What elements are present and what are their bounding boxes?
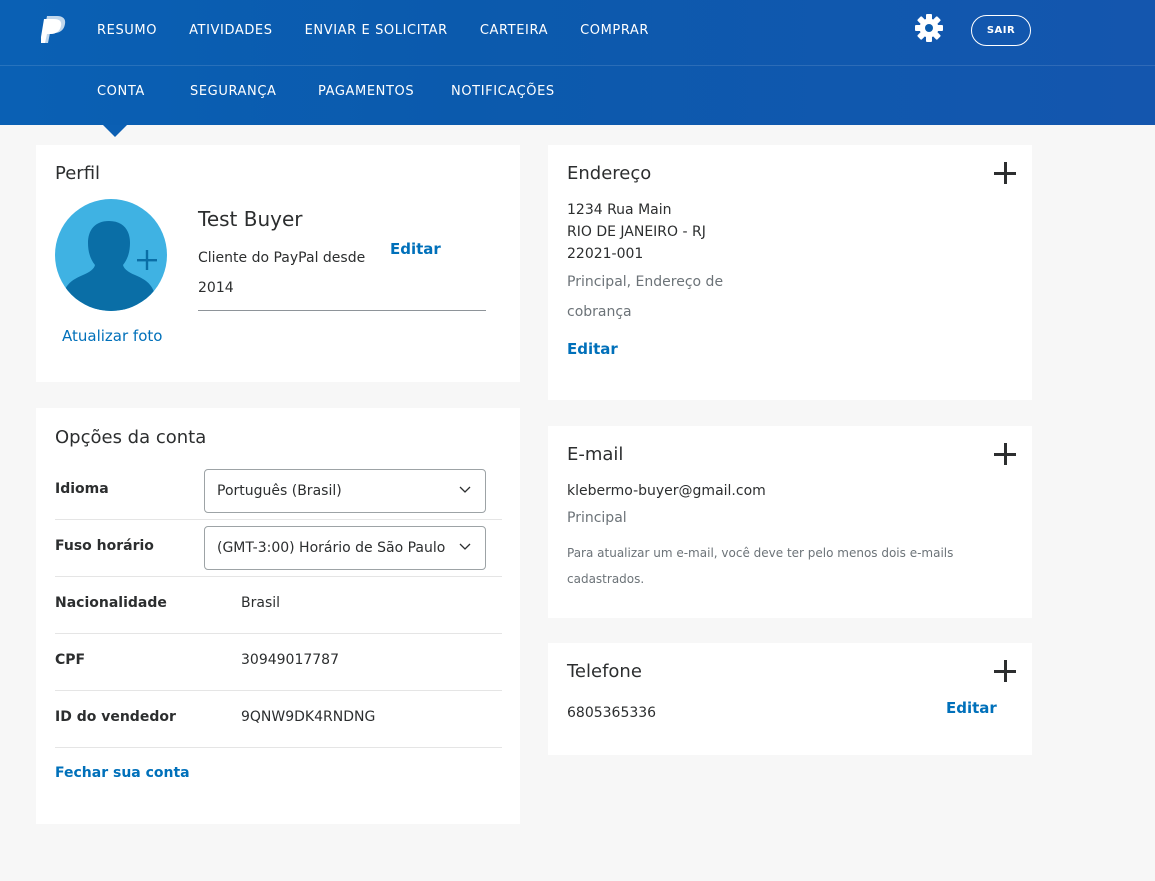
edit-address-link[interactable]: Editar	[567, 340, 618, 358]
paypal-logo-icon[interactable]	[41, 15, 67, 45]
email-tag: Principal	[567, 510, 627, 526]
nationality-value: Brasil	[241, 595, 281, 611]
edit-profile-link[interactable]: Editar	[390, 240, 441, 258]
address-tag-line2: cobrança	[567, 304, 632, 320]
language-row: Idioma Português (Brasil)	[55, 463, 502, 520]
address-card: Endereço 1234 Rua Main RIO DE JANEIRO - …	[548, 145, 1032, 400]
address-line3: 22021-001	[567, 246, 644, 262]
phone-title: Telefone	[567, 661, 642, 682]
cpf-row: CPF 30949017787	[55, 634, 502, 691]
top-nav: RESUMO ATIVIDADES ENVIAR E SOLICITAR CAR…	[97, 22, 681, 40]
language-value: Português (Brasil)	[217, 483, 342, 499]
timezone-label: Fuso horário	[55, 538, 154, 554]
member-since-line1: Cliente do PayPal desde	[198, 250, 366, 266]
subnav-account[interactable]: CONTA	[97, 83, 145, 101]
nav-activity[interactable]: ATIVIDADES	[189, 22, 273, 40]
language-label: Idioma	[55, 481, 109, 497]
email-note: Para atualizar um e-mail, você deve ter …	[567, 540, 953, 592]
email-value: klebermo-buyer@gmail.com	[567, 483, 766, 499]
member-since: Cliente do PayPal desde 2014	[198, 243, 365, 303]
account-options-title: Opções da conta	[55, 427, 207, 448]
active-tab-indicator	[103, 125, 127, 137]
add-phone-icon[interactable]	[994, 660, 1016, 682]
nav-send-request[interactable]: ENVIAR E SOLICITAR	[305, 22, 448, 40]
address-title: Endereço	[567, 163, 652, 184]
timezone-value: (GMT-3:00) Horário de São Paulo	[217, 540, 446, 556]
account-options-card: Opções da conta Idioma Português (Brasil…	[36, 408, 520, 824]
email-note-line2: cadastrados.	[567, 572, 645, 586]
email-title: E-mail	[567, 444, 624, 465]
merchant-id-value: 9QNW9DK4RNDNG	[241, 709, 376, 725]
address-tag: Principal, Endereço de cobrança	[567, 267, 723, 327]
update-photo-link[interactable]: Atualizar foto	[62, 327, 162, 345]
email-note-line1: Para atualizar um e-mail, você deve ter …	[567, 546, 954, 560]
header-divider	[0, 65, 1155, 66]
nav-summary[interactable]: RESUMO	[97, 22, 157, 40]
nav-wallet[interactable]: CARTEIRA	[480, 22, 548, 40]
top-header: RESUMO ATIVIDADES ENVIAR E SOLICITAR CAR…	[0, 0, 1155, 125]
subnav-notifications[interactable]: NOTIFICAÇÕES	[451, 83, 555, 101]
timezone-row: Fuso horário (GMT-3:00) Horário de São P…	[55, 520, 502, 577]
subnav-payments[interactable]: PAGAMENTOS	[318, 83, 414, 101]
address-line1: 1234 Rua Main	[567, 202, 672, 218]
nationality-label: Nacionalidade	[55, 595, 167, 611]
address-line2: RIO DE JANEIRO - RJ	[567, 224, 706, 240]
gear-icon[interactable]	[914, 13, 944, 43]
subnav-security[interactable]: SEGURANÇA	[190, 83, 277, 101]
profile-title: Perfil	[55, 163, 101, 184]
language-select[interactable]: Português (Brasil)	[204, 469, 486, 513]
cpf-label: CPF	[55, 652, 86, 668]
nav-shop[interactable]: COMPRAR	[580, 22, 649, 40]
profile-divider	[198, 310, 486, 311]
timezone-select[interactable]: (GMT-3:00) Horário de São Paulo	[204, 526, 486, 570]
user-silhouette-icon	[63, 221, 157, 311]
avatar[interactable]	[55, 199, 167, 311]
close-account-link[interactable]: Fechar sua conta	[55, 765, 190, 781]
add-address-icon[interactable]	[994, 162, 1016, 184]
logout-button[interactable]: SAIR	[971, 15, 1031, 46]
phone-value: 6805365336	[567, 705, 657, 721]
profile-name: Test Buyer	[198, 207, 303, 231]
merchant-id-row: ID do vendedor 9QNW9DK4RNDNG	[55, 691, 502, 748]
profile-card: Perfil Atualizar foto Test Buyer Cliente…	[36, 145, 520, 382]
edit-phone-link[interactable]: Editar	[946, 699, 997, 717]
member-since-line2: 2014	[198, 280, 234, 296]
phone-card: Telefone 6805365336 Editar	[548, 643, 1032, 755]
cpf-value: 30949017787	[241, 652, 339, 668]
add-email-icon[interactable]	[994, 443, 1016, 465]
chevron-down-icon	[459, 543, 471, 550]
sub-nav: CONTA SEGURANÇA PAGAMENTOS NOTIFICAÇÕES	[97, 83, 657, 103]
address-lines: 1234 Rua Main RIO DE JANEIRO - RJ 22021-…	[567, 199, 706, 265]
chevron-down-icon	[459, 486, 471, 493]
email-card: E-mail klebermo-buyer@gmail.com Principa…	[548, 426, 1032, 618]
merchant-id-label: ID do vendedor	[55, 709, 176, 725]
nationality-row: Nacionalidade Brasil	[55, 577, 502, 634]
address-tag-line1: Principal, Endereço de	[567, 274, 724, 290]
